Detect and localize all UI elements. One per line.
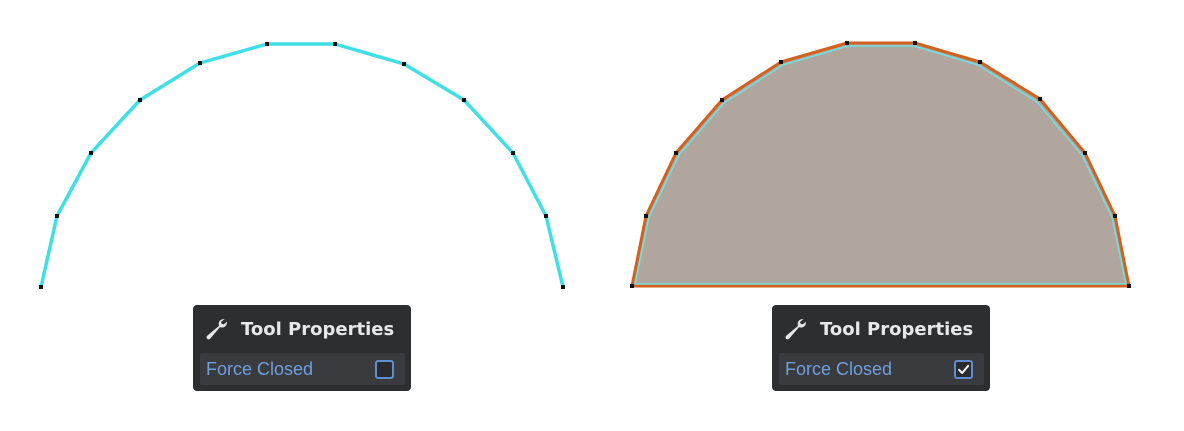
vertex-handle[interactable]	[544, 214, 548, 218]
vertex-handle[interactable]	[1127, 284, 1131, 288]
closed-shape-fill	[630, 41, 1131, 288]
vertex-handle[interactable]	[1038, 97, 1042, 101]
open-path-vertices[interactable]	[39, 42, 565, 289]
closed-shape[interactable]	[630, 41, 1131, 288]
vertex-handle[interactable]	[462, 98, 466, 102]
vertex-handle[interactable]	[913, 41, 917, 45]
vertex-handle[interactable]	[198, 61, 202, 65]
vertex-handle[interactable]	[674, 151, 678, 155]
vertex-handle[interactable]	[55, 214, 59, 218]
force-closed-label: Force Closed	[785, 359, 893, 379]
force-closed-checkbox[interactable]	[954, 360, 973, 379]
vertex-handle[interactable]	[333, 42, 337, 46]
vertex-handle[interactable]	[561, 285, 565, 289]
vertex-handle[interactable]	[402, 62, 406, 66]
vertex-handle[interactable]	[845, 41, 849, 45]
vertex-handle[interactable]	[1083, 151, 1087, 155]
panel-title: Tool Properties	[241, 319, 395, 340]
vertex-handle[interactable]	[89, 151, 93, 155]
tool-properties-panel: Tool Properties Force Closed	[193, 305, 411, 391]
force-closed-row[interactable]: Force Closed	[779, 353, 984, 385]
vertex-handle[interactable]	[39, 285, 43, 289]
panel-header: Tool Properties	[772, 305, 990, 353]
drawing-canvas[interactable]	[0, 0, 1184, 431]
force-closed-row[interactable]: Force Closed	[200, 353, 405, 385]
vertex-handle[interactable]	[138, 98, 142, 102]
vertex-handle[interactable]	[630, 284, 634, 288]
vertex-handle[interactable]	[265, 42, 269, 46]
tool-properties-panel: Tool Properties Force Closed	[772, 305, 990, 391]
vertex-handle[interactable]	[511, 151, 515, 155]
panel-header: Tool Properties	[193, 305, 411, 353]
vertex-handle[interactable]	[978, 60, 982, 64]
force-closed-label: Force Closed	[206, 359, 314, 379]
wrench-icon	[206, 319, 227, 340]
vertex-handle[interactable]	[720, 98, 724, 102]
open-path-stroke	[39, 42, 565, 288]
vertex-handle[interactable]	[1113, 214, 1117, 218]
wrench-icon	[785, 319, 806, 340]
vertex-handle[interactable]	[644, 214, 648, 218]
checkmark-icon	[958, 364, 970, 374]
force-closed-checkbox[interactable]	[375, 360, 394, 379]
vertex-handle[interactable]	[779, 60, 783, 64]
open-path[interactable]	[39, 42, 565, 289]
panel-title: Tool Properties	[820, 319, 974, 340]
